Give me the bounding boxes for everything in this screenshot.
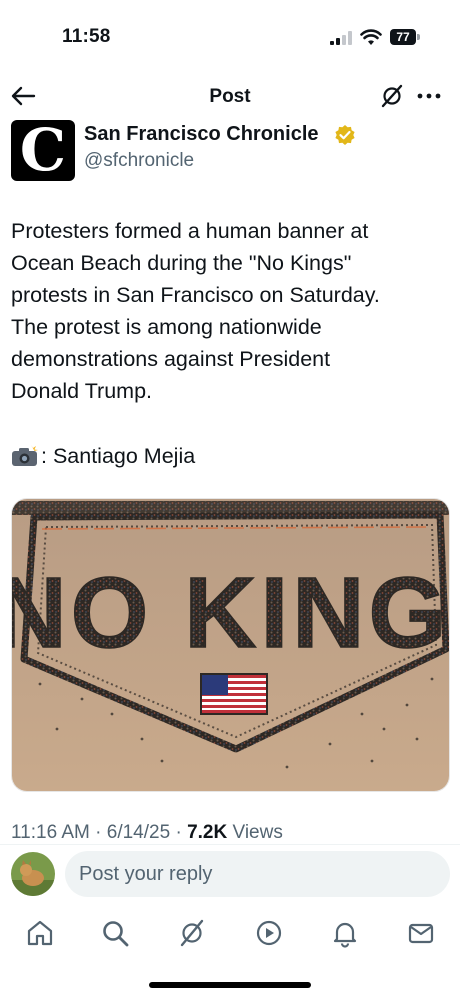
author-name[interactable]: San Francisco Chronicle [84, 123, 319, 146]
views-count[interactable]: 7.2K [187, 822, 227, 843]
post-photo[interactable]: NO KING! [11, 498, 450, 792]
grok-icon[interactable] [380, 84, 404, 108]
more-options-icon[interactable] [416, 84, 442, 108]
notifications-icon[interactable] [330, 918, 360, 948]
user-avatar[interactable] [11, 852, 55, 896]
video-icon[interactable] [254, 918, 284, 948]
status-bar: 11:58 77 [0, 0, 460, 70]
american-flag [200, 673, 268, 715]
post-author: C San Francisco Chronicle @sfchronicle [0, 120, 460, 184]
back-arrow-icon[interactable] [10, 84, 36, 108]
post-header: Post [0, 76, 460, 116]
messages-icon[interactable] [406, 918, 436, 948]
views-label: Views [232, 822, 283, 843]
search-icon[interactable] [100, 918, 130, 948]
post-meta: 11:16 AM · 6/14/25 · 7.2K Views [11, 822, 283, 843]
photo-credit-text: : Santiago Mejia [41, 444, 196, 468]
author-handle[interactable]: @sfchronicle [84, 150, 194, 172]
post-time: 11:16 AM [11, 822, 90, 843]
camera-flash-icon [12, 445, 38, 466]
photo-credit: : Santiago Mejia [11, 440, 195, 472]
aerial-protest-photo: NO KING! [12, 499, 450, 791]
grok-icon[interactable] [177, 918, 207, 948]
home-indicator [149, 982, 311, 988]
divider [0, 844, 460, 845]
author-avatar[interactable]: C [11, 120, 75, 181]
sign-text: NO KING! [12, 557, 450, 669]
bottom-nav [0, 910, 460, 956]
reply-input[interactable]: Post your reply [65, 851, 450, 897]
status-time: 11:58 [62, 26, 111, 47]
wifi-icon [360, 29, 382, 45]
avatar-logo-letter: C [19, 120, 67, 181]
post-text: Protesters formed a human banner at Ocea… [11, 219, 380, 403]
verified-badge-icon [335, 125, 355, 145]
battery-icon: 77 [390, 29, 420, 45]
battery-level: 77 [390, 29, 416, 45]
home-icon[interactable] [25, 918, 55, 948]
post-date: 6/14/25 [106, 822, 171, 843]
signal-icon [330, 31, 352, 45]
